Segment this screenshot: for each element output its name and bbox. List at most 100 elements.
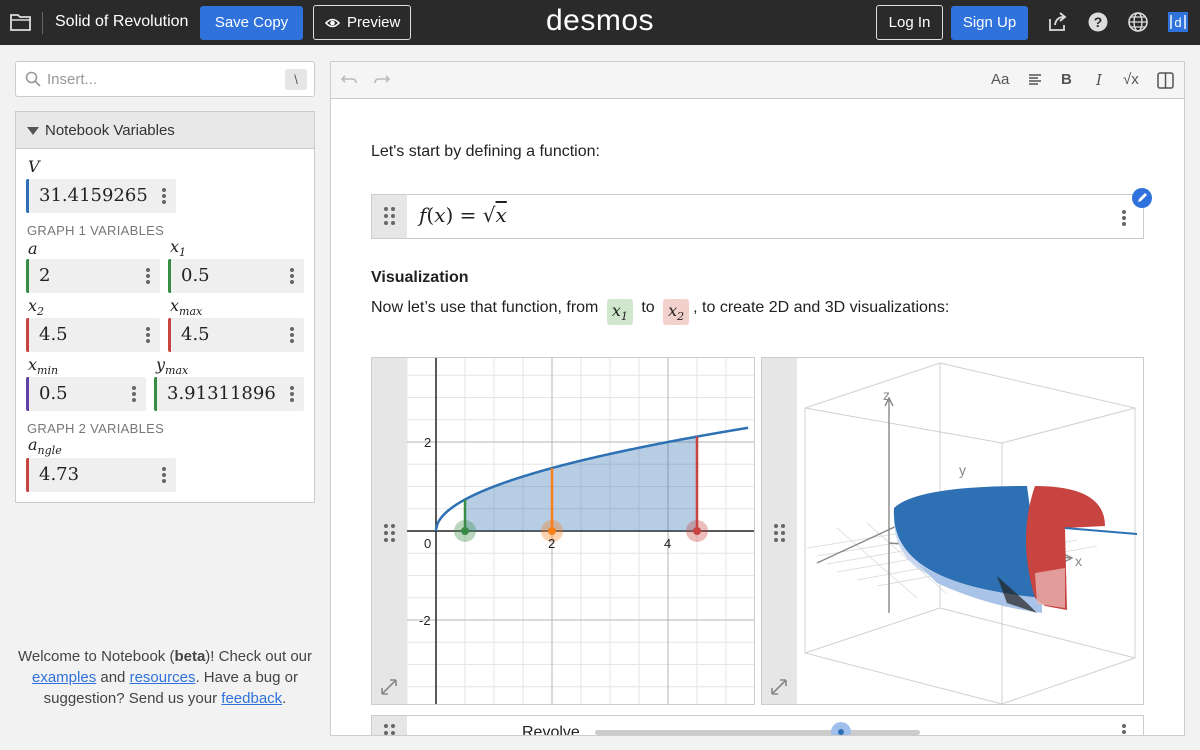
var-xmax-field[interactable]: 4.5 [168,318,304,352]
notebook-editor: Aa B I √x Let's start by defining a func… [330,61,1185,736]
shortcut-key-badge: \ [285,69,307,90]
x1-variable-chip[interactable]: x1 [606,299,633,326]
y-axis-label: y [959,462,966,478]
vis-text: Now let’s use that function, from [371,299,599,316]
var-xmax-value[interactable]: 4.5 [181,324,210,345]
graph-3d[interactable]: z y x [761,357,1144,705]
resources-link[interactable]: resources [130,669,196,686]
signup-button[interactable]: Sign Up [951,6,1028,40]
slider-menu-icon[interactable] [1122,724,1126,735]
revolve-slider-label: Revolve [522,724,580,736]
var-x2-field[interactable]: 4.5 [26,318,160,352]
login-button[interactable]: Log In [876,5,943,40]
folder-icon[interactable] [10,12,32,32]
revolve-slider-row[interactable]: Revolve [371,715,1144,736]
x-tick-label: 4 [664,536,671,551]
x-tick-label: 2 [548,536,555,551]
var-label-xmax: xmax [170,296,203,319]
top-bar: Solid of Revolution Save Copy Preview de… [0,0,1200,45]
examples-link[interactable]: examples [32,669,96,686]
revolve-slider-track[interactable] [595,730,920,735]
edit-pencil-icon[interactable] [1132,188,1152,208]
beta-label: beta [174,648,206,665]
font-size-icon[interactable]: Aa [991,71,1009,88]
var-xmin-menu-icon[interactable] [132,386,136,404]
vis-text: to [641,299,655,316]
graph-3d-canvas[interactable]: z y x [797,358,1144,704]
insert-search-input[interactable]: Insert... \ [15,61,315,97]
graph-2d[interactable]: 0 2 4 2 -2 [371,357,755,705]
welcome-text: . [282,690,287,707]
var-x2-value[interactable]: 4.5 [39,324,68,345]
notebook-variables-header[interactable]: Notebook Variables [16,112,314,149]
split-view-icon[interactable] [1157,72,1174,89]
var-a-field[interactable]: 2 [26,259,160,293]
welcome-text: Welcome to Notebook ( [17,648,175,665]
expand-icon[interactable] [770,678,788,696]
bold-icon[interactable]: B [1061,71,1072,88]
var-V-field[interactable]: 31.41592654 [26,179,176,213]
var-label-angle: angle [28,435,62,458]
graph2-variables-header: GRAPH 2 VARIABLES [27,421,165,436]
intro-paragraph[interactable]: Let's start by defining a function: [371,143,600,161]
var-label-x2: x2 [28,296,45,319]
collapse-triangle-icon[interactable] [27,127,39,135]
visualization-paragraph[interactable]: Now let’s use that function, from x1 to … [371,299,949,326]
y-tick-label: 2 [424,435,431,450]
function-expression[interactable]: f(x) = √x [419,203,507,227]
var-a-menu-icon[interactable] [146,268,150,286]
document-title[interactable]: Solid of Revolution [55,13,188,31]
slider-drag-handle-icon[interactable] [372,716,407,735]
share-icon[interactable] [1047,11,1069,33]
var-x1-value[interactable]: 0.5 [181,265,210,286]
var-label-x1: x1 [170,237,187,260]
var-ymax-field[interactable]: 3.913118961 [154,377,304,411]
search-icon [25,71,41,87]
var-angle-field[interactable]: 4.73 [26,458,176,492]
var-x1-menu-icon[interactable] [290,268,294,286]
help-icon[interactable]: ? [1087,11,1109,33]
desmos-logo[interactable]: desmos [546,4,654,38]
desmos-logo-icon[interactable]: d [1167,11,1189,33]
redo-icon[interactable] [374,74,390,86]
svg-text:d: d [1174,15,1181,30]
z-axis-label: z [883,387,890,403]
feedback-link[interactable]: feedback [221,690,282,707]
welcome-text: )! Check out our [205,648,313,665]
save-copy-button[interactable]: Save Copy [200,6,303,40]
align-icon[interactable] [1028,73,1042,87]
graph-2d-canvas[interactable]: 0 2 4 2 -2 [407,358,755,704]
var-V-value[interactable]: 31.41592654 [39,185,147,206]
var-x1-field[interactable]: 0.5 [168,259,304,293]
var-ymax-menu-icon[interactable] [290,386,294,404]
language-icon[interactable] [1127,11,1149,33]
visualization-heading[interactable]: Visualization [371,269,469,287]
var-a-value[interactable]: 2 [39,265,50,286]
undo-icon[interactable] [341,74,357,86]
welcome-text: and [96,669,130,686]
cell-menu-icon[interactable] [1122,210,1126,228]
expand-icon[interactable] [380,678,398,696]
preview-label: Preview [347,14,401,31]
var-x2-menu-icon[interactable] [146,327,150,345]
preview-button[interactable]: Preview [313,5,411,40]
var-ymax-value[interactable]: 3.913118961 [167,383,275,404]
graph1-variables-header: GRAPH 1 VARIABLES [27,223,165,238]
y-tick-label: -2 [419,613,431,628]
var-angle-menu-icon[interactable] [162,467,166,485]
italic-icon[interactable]: I [1096,71,1102,89]
divider [42,12,43,34]
var-label-a: a [28,239,38,258]
var-xmin-value[interactable]: 0.5 [39,383,68,404]
x-axis-label: x [1075,553,1082,569]
revolve-slider-knob[interactable] [831,722,851,735]
var-V-menu-icon[interactable] [162,188,166,206]
insert-math-icon[interactable]: √x [1123,71,1139,88]
eye-icon [325,18,340,28]
function-expression-cell[interactable]: f(x) = √x [371,194,1144,239]
var-angle-value[interactable]: 4.73 [39,464,79,485]
drag-handle-icon[interactable] [372,195,407,238]
var-xmax-menu-icon[interactable] [290,327,294,345]
x2-variable-chip[interactable]: x2 [663,299,690,326]
var-xmin-field[interactable]: 0.5 [26,377,146,411]
